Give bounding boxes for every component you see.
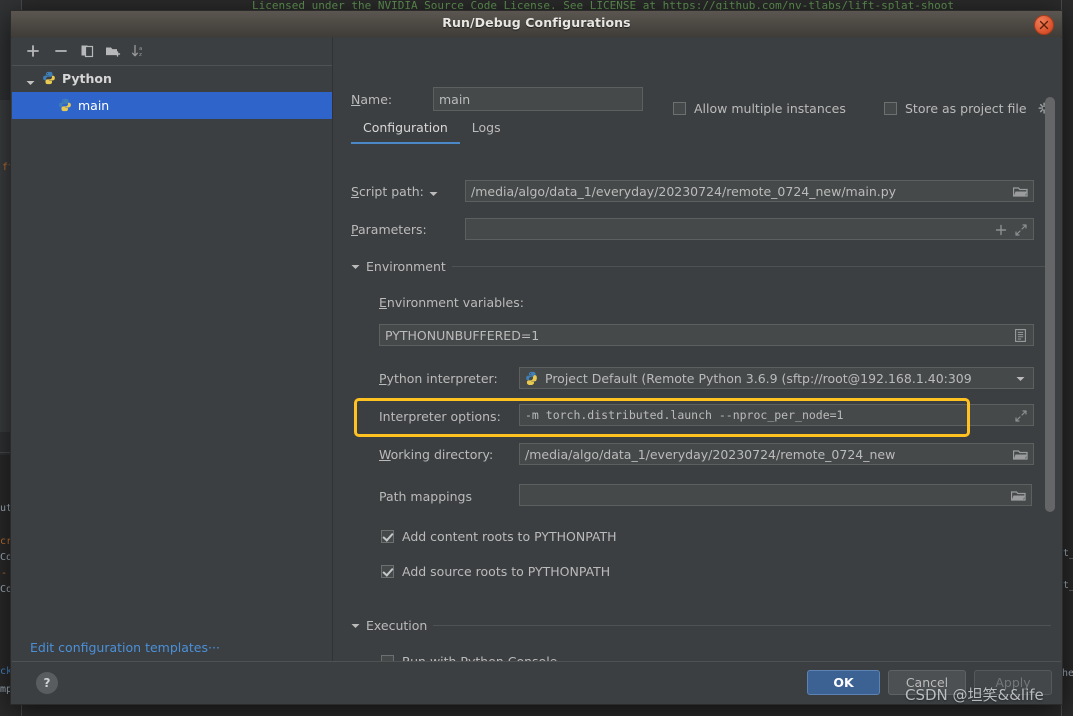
python-interpreter-icon — [525, 371, 540, 386]
background-code-fragment: t_1 — [1063, 580, 1073, 591]
python-interpreter-row: Python interpreter: — [379, 371, 498, 386]
tab-logs[interactable]: Logs — [460, 115, 513, 144]
add-source-roots-box[interactable] — [381, 565, 394, 578]
script-path-dropdown-icon[interactable] — [429, 182, 438, 201]
script-path-input[interactable]: /media/algo/data_1/everyday/20230724/rem… — [465, 180, 1034, 202]
add-source-roots-checkbox[interactable]: Add source roots to PYTHONPATH — [381, 564, 610, 579]
background-code-fragment: t_1 — [1063, 548, 1073, 559]
new-folder-button[interactable] — [104, 42, 122, 60]
remove-configuration-button[interactable] — [52, 42, 70, 60]
background-code-fragment: - — [1, 568, 8, 579]
svg-text:z: z — [139, 52, 142, 58]
script-path-label: Script path: — [351, 184, 424, 199]
chevron-down-icon — [351, 264, 360, 269]
parameters-label: Parameters: — [351, 222, 427, 237]
python-interpreter-dropdown[interactable]: Project Default (Remote Python 3.6.9 (sf… — [519, 367, 1034, 389]
environment-variables-row: Environment variables: — [379, 295, 524, 310]
chevron-down-icon — [351, 623, 360, 628]
script-path-folder-icon[interactable] — [1012, 183, 1029, 200]
python-icon — [42, 71, 57, 86]
interpreter-options-expand-icon[interactable] — [1012, 407, 1029, 424]
add-content-roots-checkbox[interactable]: Add content roots to PYTHONPATH — [381, 529, 617, 544]
environment-section-label: Environment — [366, 259, 446, 274]
interpreter-options-label: Interpreter options: — [379, 409, 501, 424]
edit-configuration-templates-link[interactable]: Edit configuration templates··· — [30, 640, 220, 655]
allow-multiple-instances-box[interactable] — [673, 102, 686, 115]
tab-configuration[interactable]: Configuration — [351, 115, 460, 144]
parameters-input[interactable] — [465, 218, 1034, 240]
section-divider — [451, 266, 1051, 267]
tree-item-label: main — [78, 98, 110, 113]
add-source-roots-label: Add source roots to PYTHONPATH — [402, 564, 611, 579]
run-debug-configurations-dialog: Run/Debug Configurations a z Python main… — [10, 10, 1063, 705]
parameters-expand-icon[interactable] — [1012, 221, 1029, 238]
name-row: Name: main — [351, 87, 643, 111]
copy-configuration-button[interactable] — [78, 42, 96, 60]
python-interpreter-label: Python interpreter: — [379, 371, 498, 386]
dialog-titlebar: Run/Debug Configurations — [11, 11, 1062, 38]
store-as-project-file-checkbox[interactable]: Store as project file — [884, 101, 1027, 116]
interpreter-options-input[interactable]: -m torch.distributed.launch --nproc_per_… — [519, 404, 1034, 426]
environment-section-header[interactable]: Environment — [351, 259, 1051, 274]
environment-variables-edit-icon[interactable] — [1012, 327, 1029, 344]
working-directory-input[interactable]: /media/algo/data_1/everyday/20230724/rem… — [519, 443, 1034, 465]
path-mappings-row: Path mappings — [379, 489, 472, 504]
close-icon[interactable] — [1034, 15, 1054, 35]
working-directory-row: Working directory: — [379, 447, 493, 462]
watermark: CSDN @坦笑&&life — [905, 686, 1044, 704]
scrollbar-thumb[interactable] — [1045, 97, 1055, 512]
working-directory-label: Working directory: — [379, 447, 494, 462]
script-path-row: Script path: — [351, 182, 438, 201]
configurations-list-panel: a z Python main Edit configuration templa… — [12, 37, 333, 663]
allow-multiple-instances-label: Allow multiple instances — [694, 101, 846, 116]
add-configuration-button[interactable] — [24, 42, 42, 60]
help-button[interactable]: ? — [36, 672, 58, 694]
background-code-fragment: he — [1062, 668, 1073, 679]
parameters-add-icon[interactable] — [992, 221, 1009, 238]
add-content-roots-label: Add content roots to PYTHONPATH — [402, 529, 617, 544]
dialog-footer: ? OK Cancel Apply — [12, 661, 1061, 703]
configuration-detail-panel: Name: main Allow multiple instances Stor… — [333, 37, 1061, 663]
name-input[interactable]: main — [433, 87, 643, 111]
python-icon — [58, 98, 73, 113]
dialog-title: Run/Debug Configurations — [442, 15, 631, 30]
working-directory-folder-icon[interactable] — [1012, 446, 1029, 463]
detail-panel-scrollbar[interactable] — [1045, 97, 1055, 537]
name-label: Name: — [351, 91, 393, 107]
allow-multiple-instances-checkbox[interactable]: Allow multiple instances — [673, 101, 846, 116]
store-as-project-file-label: Store as project file — [905, 101, 1027, 116]
path-mappings-label: Path mappings — [379, 489, 472, 504]
interpreter-options-row: Interpreter options: — [379, 409, 501, 424]
tree-item-label: Python — [62, 71, 112, 86]
parameters-row: Parameters: — [351, 222, 427, 237]
python-interpreter-chevron-down-icon[interactable] — [1012, 370, 1029, 387]
path-mappings-folder-icon[interactable] — [1010, 487, 1027, 504]
ok-button[interactable]: OK — [807, 670, 880, 695]
configurations-tree[interactable]: Python main — [12, 65, 332, 631]
path-mappings-input[interactable] — [519, 484, 1032, 506]
sort-configurations-button[interactable]: a z — [130, 42, 148, 60]
store-as-project-file-box[interactable] — [884, 102, 897, 115]
tree-item-python[interactable]: Python — [12, 65, 332, 92]
environment-variables-label: Environment variables: — [379, 295, 524, 310]
section-divider — [433, 625, 1051, 626]
execution-section-label: Execution — [366, 618, 428, 633]
chevron-down-icon[interactable] — [26, 74, 35, 85]
execution-section-header[interactable]: Execution — [351, 618, 1051, 633]
configuration-tabs[interactable]: Configuration Logs — [351, 115, 513, 144]
add-content-roots-box[interactable] — [381, 530, 394, 543]
configurations-toolbar: a z — [12, 37, 332, 66]
tree-item-main[interactable]: main — [12, 92, 332, 119]
environment-variables-input[interactable]: PYTHONUNBUFFERED=1 — [379, 324, 1034, 346]
